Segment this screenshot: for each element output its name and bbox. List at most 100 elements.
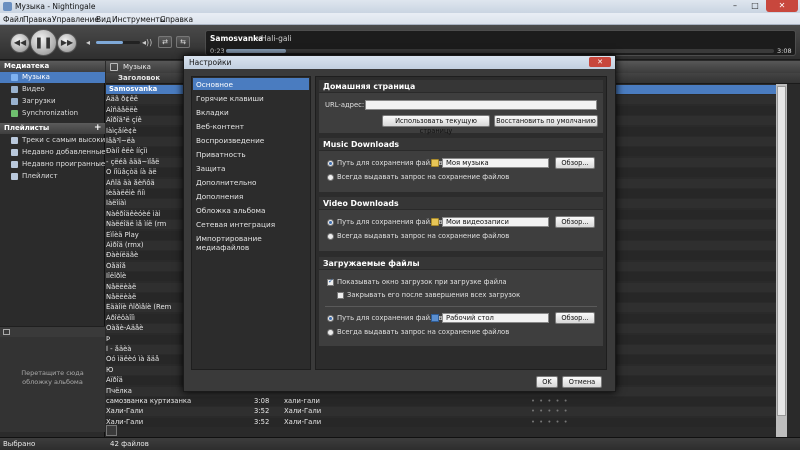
maximize-button[interactable]: □ <box>746 0 764 12</box>
album-art-pane[interactable]: Перетащите сюда обложку альбома <box>0 326 105 432</box>
sidebar-item-label: Музыка <box>22 73 50 81</box>
playlists-header-label: Плейлисты <box>4 124 50 132</box>
sidebar-item-playlist[interactable]: Треки с самым высоки... <box>0 135 105 146</box>
music-always-ask-label: Всегда выдавать запрос на сохранение фай… <box>337 173 510 181</box>
folder-icon <box>431 218 439 226</box>
settings-nav-item[interactable]: Веб-контент <box>193 120 309 132</box>
rating-stars[interactable]: • • • • • <box>531 418 569 426</box>
media-tab-label[interactable]: Музыка <box>123 63 151 71</box>
settings-nav-item[interactable]: Защита <box>193 162 309 174</box>
sidebar-item-playlist[interactable]: Недавно добавленные ... <box>0 147 105 158</box>
album-art-icon[interactable] <box>3 329 10 335</box>
settings-nav-item[interactable]: Вкладки <box>193 106 309 118</box>
close-after-checkbox[interactable] <box>337 292 344 299</box>
settings-nav-item[interactable]: Импортирование медиафайлов <box>193 232 309 252</box>
menu-edit[interactable]: Правка <box>23 15 52 24</box>
downloads-browse-button[interactable]: Обзор... <box>555 312 595 324</box>
add-playlist-icon[interactable]: + <box>94 123 102 133</box>
music-browse-button[interactable]: Обзор... <box>555 157 595 169</box>
downloads-save-path-radio[interactable] <box>327 315 334 322</box>
app-icon <box>3 2 12 11</box>
video-downloads-section: Video Downloads Путь для сохранения файл… <box>319 197 603 251</box>
sidebar-item-label: Видео <box>22 85 45 93</box>
playlist-icon <box>11 137 18 144</box>
menu-controls[interactable]: Управление <box>52 15 99 24</box>
table-row[interactable]: Хали-Гали 3:52 Хали-Гали • • • • • <box>106 417 776 427</box>
downloads-section: Загружаемые файлы Показывать окно загруз… <box>319 257 603 346</box>
sidebar-item-label: Недавно проигранные ... <box>22 160 105 168</box>
repeat-button[interactable]: ⇄ <box>158 36 172 48</box>
use-current-page-button[interactable]: Использовать текущую страницу <box>382 115 490 135</box>
table-row[interactable]: Хали-Гали 3:52 Хали-Гали • • • • • <box>106 407 776 417</box>
sidebar-item-playlist[interactable]: Недавно проигранные ... <box>0 159 105 170</box>
settings-nav-item[interactable]: Дополнительно <box>193 176 309 188</box>
section-divider <box>325 306 597 307</box>
music-folder-field[interactable]: Моя музыка <box>442 158 549 168</box>
cancel-button[interactable]: Отмена <box>562 376 602 388</box>
column-title-header[interactable]: Заголовок <box>118 74 160 82</box>
sidebar-item-library[interactable]: Загрузки <box>0 96 105 107</box>
play-pause-button[interactable]: ❚❚ <box>30 29 57 56</box>
video-always-ask-radio[interactable] <box>327 233 334 240</box>
track-list-scrollbar[interactable] <box>776 84 787 437</box>
close-window-button[interactable]: ✕ <box>766 0 798 12</box>
video-save-path-radio[interactable] <box>327 219 334 226</box>
menu-help[interactable]: Справка <box>160 15 193 24</box>
minimize-button[interactable]: – <box>726 0 744 12</box>
video-browse-button[interactable]: Обзор... <box>555 216 595 228</box>
home-url-input[interactable] <box>365 100 597 110</box>
settings-nav-item[interactable]: Горячие клавиши <box>193 92 309 104</box>
playlist-icon <box>11 149 18 156</box>
video-folder-field[interactable]: Мои видеозаписи <box>442 217 549 227</box>
volume-slider[interactable] <box>96 41 140 44</box>
table-row[interactable]: самозванка куртизанка 3:08 хали-гали • • • … <box>106 397 776 406</box>
previous-track-button[interactable]: ◀◀ <box>10 33 30 53</box>
menu-file[interactable]: Файл <box>3 15 24 24</box>
settings-nav-item[interactable]: Приватность <box>193 148 309 160</box>
ok-button[interactable]: OK <box>536 376 558 388</box>
track-artist: Хали-Гали <box>284 417 322 426</box>
total-time: 3:08 <box>777 47 792 55</box>
menu-view[interactable]: Вид <box>96 15 111 24</box>
settings-nav-item[interactable]: Сетевая интеграция <box>193 218 309 230</box>
dialog-title: Настройки <box>189 58 232 67</box>
status-file-count: 42 файлов <box>110 440 149 448</box>
dialog-close-button[interactable]: ✕ <box>589 57 611 67</box>
downloads-always-ask-radio[interactable] <box>327 329 334 336</box>
show-downloads-checkbox[interactable] <box>327 277 334 286</box>
downloads-save-path-label: Путь для сохранения файлов <box>337 314 443 322</box>
library-item-icon <box>11 74 18 81</box>
downloads-folder-field[interactable]: Рабочий стол <box>442 313 549 323</box>
sidebar-item-label: Треки с самым высоки... <box>22 136 105 144</box>
playlist-icon <box>11 161 18 168</box>
settings-nav-item[interactable]: Обложка альбома <box>193 204 309 216</box>
seek-bar[interactable] <box>226 49 774 53</box>
library-item-icon <box>11 110 18 117</box>
rating-stars[interactable]: • • • • • <box>531 407 569 415</box>
sidebar-item-playlist[interactable]: Плейлист <box>0 171 105 182</box>
track-list-footer-icon[interactable] <box>106 425 117 436</box>
volume-low-icon: ◂ <box>86 38 91 47</box>
settings-nav-item[interactable]: Основное <box>193 78 309 90</box>
next-track-button[interactable]: ▶▶ <box>57 33 77 53</box>
shuffle-button[interactable]: ⇆ <box>176 36 190 48</box>
menu-tools[interactable]: Инструменты <box>112 15 166 24</box>
video-always-ask-label: Всегда выдавать запрос на сохранение фай… <box>337 232 510 240</box>
rating-stars[interactable]: • • • • • <box>531 397 569 405</box>
sidebar-item-library[interactable]: Музыка <box>0 72 105 83</box>
sidebar-item-library[interactable]: Видео <box>0 84 105 95</box>
restore-default-button[interactable]: Восстановить по умолчанию <box>494 115 598 127</box>
playlists-header: Плейлисты + <box>0 123 105 134</box>
music-always-ask-radio[interactable] <box>327 174 334 181</box>
library-item-icon <box>11 86 18 93</box>
music-save-path-radio[interactable] <box>327 160 334 167</box>
volume-high-icon: ◂)) <box>142 38 153 47</box>
sidebar-item-label: Недавно добавленные ... <box>22 148 105 156</box>
scrollbar-thumb[interactable] <box>777 86 786 416</box>
sidebar-item-library[interactable]: Synchronization <box>0 108 105 119</box>
settings-nav-item[interactable]: Дополнения <box>193 190 309 202</box>
track-title: Хали-Гали <box>106 417 144 426</box>
sidebar-item-label: Synchronization <box>22 109 79 117</box>
settings-nav-item[interactable]: Воспроизведение <box>193 134 309 146</box>
downloads-always-ask-label: Всегда выдавать запрос на сохранение фай… <box>337 328 510 336</box>
